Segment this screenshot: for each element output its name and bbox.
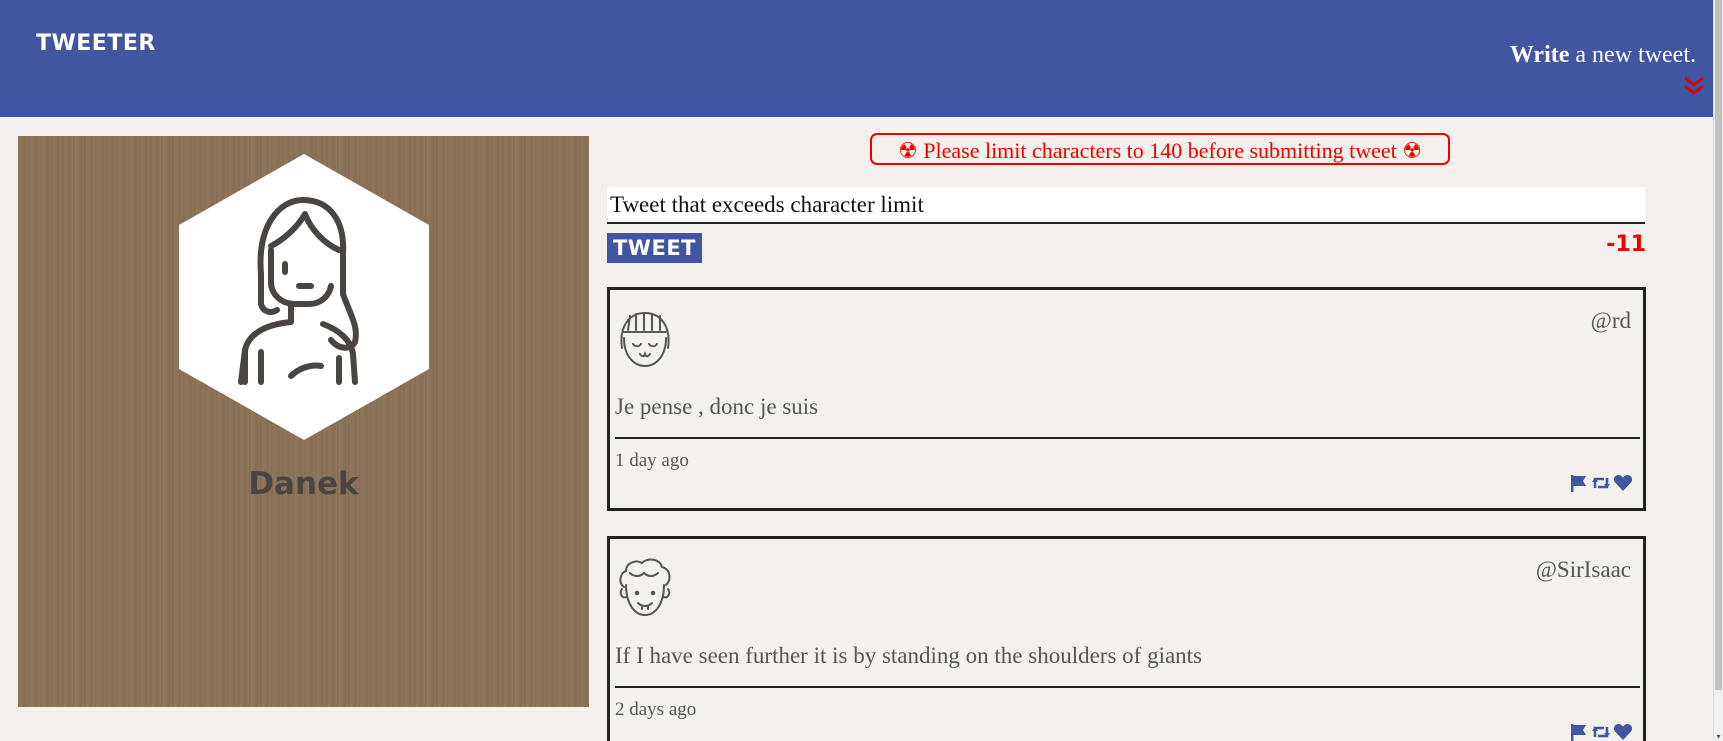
- retweet-icon[interactable]: [1591, 473, 1611, 493]
- tweet-actions: [1569, 473, 1633, 493]
- flag-icon[interactable]: [1569, 473, 1589, 493]
- compose-toggle-rest: a new tweet.: [1569, 42, 1696, 68]
- woman-avatar-icon: [179, 154, 429, 440]
- profile-username: Danek: [248, 466, 359, 502]
- tweet-input[interactable]: [607, 187, 1645, 224]
- flag-icon[interactable]: [1569, 722, 1589, 741]
- error-message: ☢ Please limit characters to 140 before …: [870, 133, 1450, 165]
- tweet-divider: [615, 686, 1640, 688]
- compose-toggle[interactable]: Write a new tweet.: [1510, 42, 1696, 69]
- tweet-timestamp: 2 days ago: [615, 699, 697, 720]
- tweet-handle[interactable]: @SirIsaac: [1536, 557, 1631, 583]
- tweet-actions: [1569, 722, 1633, 741]
- tweet-text: Je pense , donc je suis: [615, 394, 819, 419]
- retweet-icon[interactable]: [1591, 722, 1611, 741]
- heart-icon[interactable]: [1613, 473, 1633, 493]
- character-counter: -11: [1606, 232, 1646, 257]
- compose-toggle-bold: Write: [1509, 42, 1570, 68]
- tweet-card: @rd Je pense , donc je suis 1 day ago: [607, 287, 1646, 511]
- brand-logo[interactable]: TWEETER: [36, 31, 156, 56]
- tweet-text: If I have seen further it is by standing…: [615, 643, 1203, 668]
- top-nav: TWEETER Write a new tweet.: [0, 0, 1714, 117]
- page-scrollbar[interactable]: ▴ ▾: [1713, 0, 1723, 741]
- profile-card: Danek: [18, 136, 589, 707]
- tweet-timestamp: 1 day ago: [615, 450, 689, 471]
- scroll-down-icon[interactable]: ▾: [1715, 733, 1722, 741]
- scrollbar-thumb[interactable]: [1715, 0, 1722, 690]
- girl-bangs-avatar-icon: [620, 311, 670, 368]
- tweet-submit-button[interactable]: TWEET: [607, 233, 702, 263]
- tweet-handle[interactable]: @rd: [1591, 308, 1631, 334]
- double-chevron-down-icon[interactable]: [1682, 76, 1706, 96]
- tweet-card: @SirIsaac If I have seen further it is b…: [607, 536, 1646, 741]
- heart-icon[interactable]: [1613, 722, 1633, 741]
- tweet-divider: [615, 437, 1640, 439]
- curly-hair-avatar-icon: [619, 558, 671, 617]
